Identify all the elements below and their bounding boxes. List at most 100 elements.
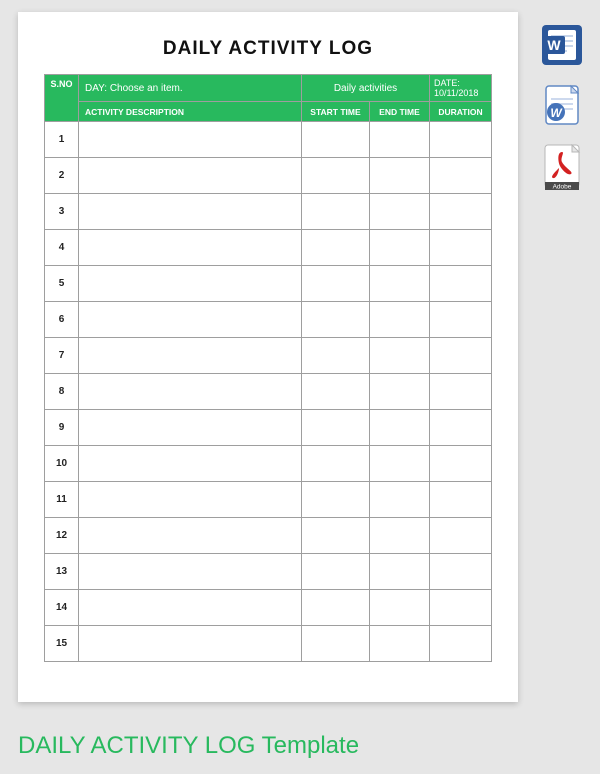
page-caption: DAILY ACTIVITY LOG Template xyxy=(18,732,359,760)
start-time-cell xyxy=(301,374,369,410)
table-row: 4 xyxy=(45,230,492,266)
svg-text:W: W xyxy=(550,106,563,120)
duration-cell xyxy=(430,626,492,662)
duration-cell xyxy=(430,590,492,626)
col-end-header: END TIME xyxy=(369,102,429,122)
end-time-cell xyxy=(369,482,429,518)
duration-cell xyxy=(430,194,492,230)
activity-description-cell xyxy=(79,482,302,518)
row-number-cell: 1 xyxy=(45,122,79,158)
word-alt-download-icon[interactable]: W xyxy=(541,84,583,126)
duration-cell xyxy=(430,518,492,554)
word-download-icon[interactable]: W xyxy=(541,24,583,66)
row-number-cell: 8 xyxy=(45,374,79,410)
table-row: 12 xyxy=(45,518,492,554)
activity-description-cell xyxy=(79,410,302,446)
start-time-cell xyxy=(301,590,369,626)
start-time-cell xyxy=(301,302,369,338)
end-time-cell xyxy=(369,302,429,338)
table-row: 2 xyxy=(45,158,492,194)
document-page: DAILY ACTIVITY LOG S.NO DAY: Choose an i… xyxy=(18,12,518,702)
duration-cell xyxy=(430,374,492,410)
start-time-cell xyxy=(301,338,369,374)
row-number-cell: 10 xyxy=(45,446,79,482)
table-row: 3 xyxy=(45,194,492,230)
duration-cell xyxy=(430,554,492,590)
activity-description-cell xyxy=(79,338,302,374)
duration-cell xyxy=(430,302,492,338)
table-header-row-1: S.NO DAY: Choose an item. Daily activiti… xyxy=(45,75,492,102)
row-number-cell: 3 xyxy=(45,194,79,230)
activity-description-cell xyxy=(79,122,302,158)
daily-activities-header: Daily activities xyxy=(301,75,429,102)
day-header-cell: DAY: Choose an item. xyxy=(79,75,302,102)
end-time-cell xyxy=(369,374,429,410)
svg-text:W: W xyxy=(547,37,561,53)
col-activity-header: ACTIVITY DESCRIPTION xyxy=(79,102,302,122)
svg-text:Adobe: Adobe xyxy=(553,184,572,191)
table-header-row-2: ACTIVITY DESCRIPTION START TIME END TIME… xyxy=(45,102,492,122)
row-number-cell: 13 xyxy=(45,554,79,590)
row-number-cell: 7 xyxy=(45,338,79,374)
row-number-cell: 12 xyxy=(45,518,79,554)
col-sno-header: S.NO xyxy=(45,75,79,122)
document-title: DAILY ACTIVITY LOG xyxy=(44,32,492,74)
end-time-cell xyxy=(369,230,429,266)
duration-cell xyxy=(430,446,492,482)
activity-description-cell xyxy=(79,158,302,194)
start-time-cell xyxy=(301,230,369,266)
activity-log-table: S.NO DAY: Choose an item. Daily activiti… xyxy=(44,74,492,662)
row-number-cell: 15 xyxy=(45,626,79,662)
end-time-cell xyxy=(369,158,429,194)
row-number-cell: 14 xyxy=(45,590,79,626)
activity-description-cell xyxy=(79,446,302,482)
table-row: 13 xyxy=(45,554,492,590)
row-number-cell: 5 xyxy=(45,266,79,302)
end-time-cell xyxy=(369,122,429,158)
end-time-cell xyxy=(369,194,429,230)
start-time-cell xyxy=(301,446,369,482)
row-number-cell: 2 xyxy=(45,158,79,194)
date-header-cell: DATE: 10/11/2018 xyxy=(430,75,492,102)
table-row: 9 xyxy=(45,410,492,446)
activity-description-cell xyxy=(79,554,302,590)
activity-description-cell xyxy=(79,266,302,302)
activity-description-cell xyxy=(79,590,302,626)
end-time-cell xyxy=(369,554,429,590)
start-time-cell xyxy=(301,554,369,590)
row-number-cell: 9 xyxy=(45,410,79,446)
end-time-cell xyxy=(369,590,429,626)
end-time-cell xyxy=(369,410,429,446)
download-icons-column: W W Adobe xyxy=(538,24,586,186)
table-row: 6 xyxy=(45,302,492,338)
start-time-cell xyxy=(301,158,369,194)
end-time-cell xyxy=(369,518,429,554)
start-time-cell xyxy=(301,266,369,302)
start-time-cell xyxy=(301,626,369,662)
end-time-cell xyxy=(369,266,429,302)
row-number-cell: 6 xyxy=(45,302,79,338)
pdf-download-icon[interactable]: Adobe xyxy=(541,144,583,186)
start-time-cell xyxy=(301,482,369,518)
start-time-cell xyxy=(301,122,369,158)
duration-cell xyxy=(430,230,492,266)
col-duration-header: DURATION xyxy=(430,102,492,122)
end-time-cell xyxy=(369,626,429,662)
activity-description-cell xyxy=(79,230,302,266)
end-time-cell xyxy=(369,446,429,482)
activity-description-cell xyxy=(79,518,302,554)
row-number-cell: 11 xyxy=(45,482,79,518)
start-time-cell xyxy=(301,194,369,230)
duration-cell xyxy=(430,338,492,374)
table-row: 8 xyxy=(45,374,492,410)
activity-description-cell xyxy=(79,302,302,338)
table-row: 10 xyxy=(45,446,492,482)
table-row: 14 xyxy=(45,590,492,626)
table-row: 15 xyxy=(45,626,492,662)
row-number-cell: 4 xyxy=(45,230,79,266)
duration-cell xyxy=(430,482,492,518)
duration-cell xyxy=(430,410,492,446)
start-time-cell xyxy=(301,410,369,446)
duration-cell xyxy=(430,266,492,302)
activity-description-cell xyxy=(79,194,302,230)
